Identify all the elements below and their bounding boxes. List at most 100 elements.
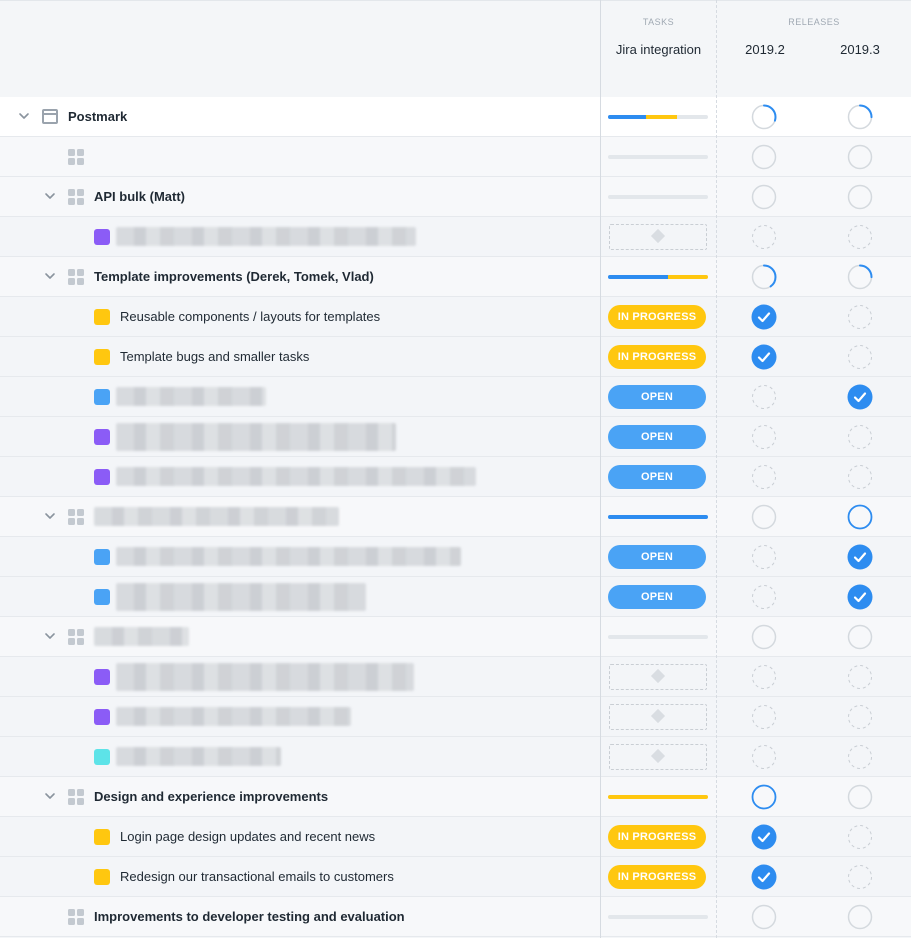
release-status-dashed-icon[interactable]: [847, 424, 873, 450]
release-status-check-icon[interactable]: [847, 544, 873, 570]
task-column-title[interactable]: Jira integration: [601, 42, 716, 57]
chevron-down-icon[interactable]: [18, 110, 30, 122]
release-status-dashed-icon[interactable]: [751, 544, 777, 570]
task-title[interactable]: Template bugs and smaller tasks: [120, 349, 309, 364]
release-status-progress-0.4-icon[interactable]: [751, 264, 777, 290]
issue-type-icon: [94, 429, 110, 445]
release-status-empty-icon[interactable]: [751, 624, 777, 650]
release-status-dashed-icon[interactable]: [751, 664, 777, 690]
roadmap-row[interactable]: OPEN: [0, 377, 911, 417]
release-status-dashed-icon[interactable]: [751, 384, 777, 410]
roadmap-row[interactable]: OPEN: [0, 457, 911, 497]
release-status-dashed-icon[interactable]: [751, 744, 777, 770]
release-status-progress-0.3-icon[interactable]: [751, 104, 777, 130]
release-status-dashed-icon[interactable]: [847, 464, 873, 490]
chevron-down-icon[interactable]: [44, 270, 56, 282]
release-status-ring-icon[interactable]: [751, 784, 777, 810]
release-status-empty-icon[interactable]: [847, 184, 873, 210]
release-status-check-icon[interactable]: [751, 344, 777, 370]
roadmap-row[interactable]: [0, 137, 911, 177]
roadmap-row[interactable]: Template improvements (Derek, Tomek, Vla…: [0, 257, 911, 297]
roadmap-row[interactable]: Login page design updates and recent new…: [0, 817, 911, 857]
status-badge[interactable]: OPEN: [608, 385, 706, 409]
roadmap-row[interactable]: [0, 497, 911, 537]
release-status-empty-icon[interactable]: [847, 144, 873, 170]
release-status-progress-0.25-icon[interactable]: [847, 264, 873, 290]
release-status-dashed-icon[interactable]: [847, 224, 873, 250]
release-column-2019-2[interactable]: 2019.2: [717, 42, 813, 57]
roadmap-row[interactable]: API bulk (Matt): [0, 177, 911, 217]
roadmap-row[interactable]: [0, 617, 911, 657]
status-badge[interactable]: IN PROGRESS: [608, 865, 706, 889]
release-status-dashed-icon[interactable]: [751, 224, 777, 250]
roadmap-row[interactable]: Design and experience improvements: [0, 777, 911, 817]
project-title[interactable]: Postmark: [68, 109, 127, 124]
release-status-dashed-icon[interactable]: [751, 704, 777, 730]
group-title[interactable]: Template improvements (Derek, Tomek, Vla…: [94, 269, 374, 284]
roadmap-row[interactable]: Template bugs and smaller tasks IN PROGRE…: [0, 337, 911, 377]
status-badge[interactable]: IN PROGRESS: [608, 305, 706, 329]
task-title[interactable]: Reusable components / layouts for templa…: [120, 309, 380, 324]
release-status-dashed-icon[interactable]: [847, 704, 873, 730]
roadmap-row[interactable]: Redesign our transactional emails to cus…: [0, 857, 911, 897]
release-status-check-icon[interactable]: [751, 824, 777, 850]
release-status-empty-icon[interactable]: [847, 624, 873, 650]
roadmap-row[interactable]: Postmark: [0, 97, 911, 137]
release-status-dashed-icon[interactable]: [847, 344, 873, 370]
chevron-down-icon[interactable]: [44, 190, 56, 202]
release-status-empty-icon[interactable]: [847, 784, 873, 810]
diamond-icon: [650, 708, 666, 724]
link-task-placeholder[interactable]: [609, 224, 707, 250]
roadmap-row[interactable]: [0, 697, 911, 737]
status-badge[interactable]: OPEN: [608, 585, 706, 609]
group-title[interactable]: Improvements to developer testing and ev…: [94, 909, 405, 924]
release-status-dashed-icon[interactable]: [751, 464, 777, 490]
release-status-check-icon[interactable]: [751, 864, 777, 890]
release-status-dashed-icon[interactable]: [847, 664, 873, 690]
roadmap-row[interactable]: OPEN: [0, 417, 911, 457]
release-status-check-icon[interactable]: [847, 584, 873, 610]
release-status-empty-icon[interactable]: [847, 904, 873, 930]
release-status-progress-0.25-icon[interactable]: [847, 104, 873, 130]
link-task-placeholder[interactable]: [609, 664, 707, 690]
roadmap-row[interactable]: Reusable components / layouts for templa…: [0, 297, 911, 337]
roadmap-row[interactable]: [0, 217, 911, 257]
release-status-dashed-icon[interactable]: [847, 864, 873, 890]
release-status-empty-icon[interactable]: [751, 504, 777, 530]
release-status-empty-icon[interactable]: [751, 184, 777, 210]
tasks-header-label: TASKS: [642, 17, 675, 27]
status-badge[interactable]: IN PROGRESS: [608, 825, 706, 849]
release-status-empty-icon[interactable]: [751, 144, 777, 170]
release-status-check-icon[interactable]: [847, 384, 873, 410]
release-status-dashed-icon[interactable]: [847, 824, 873, 850]
task-title[interactable]: Login page design updates and recent new…: [120, 829, 375, 844]
roadmap-row[interactable]: [0, 737, 911, 777]
roadmap-row[interactable]: Improvements to developer testing and ev…: [0, 897, 911, 937]
status-badge[interactable]: OPEN: [608, 545, 706, 569]
progress-bar: [608, 515, 708, 519]
status-badge[interactable]: OPEN: [608, 425, 706, 449]
link-task-placeholder[interactable]: [609, 704, 707, 730]
status-badge[interactable]: IN PROGRESS: [608, 345, 706, 369]
status-badge[interactable]: OPEN: [608, 465, 706, 489]
roadmap-row[interactable]: [0, 657, 911, 697]
group-title[interactable]: API bulk (Matt): [94, 189, 185, 204]
task-title[interactable]: Redesign our transactional emails to cus…: [120, 869, 394, 884]
roadmap-row[interactable]: OPEN: [0, 537, 911, 577]
release-status-dashed-icon[interactable]: [847, 744, 873, 770]
chevron-down-icon[interactable]: [44, 510, 56, 522]
group-title[interactable]: Design and experience improvements: [94, 789, 328, 804]
roadmap-row[interactable]: OPEN: [0, 577, 911, 617]
release-status-empty-icon[interactable]: [751, 904, 777, 930]
release-status-dashed-icon[interactable]: [847, 304, 873, 330]
release-status-ring-icon[interactable]: [847, 504, 873, 530]
release-status-check-icon[interactable]: [751, 304, 777, 330]
link-task-placeholder[interactable]: [609, 744, 707, 770]
chevron-down-icon[interactable]: [44, 790, 56, 802]
chevron-down-icon[interactable]: [44, 630, 56, 642]
release-status-dashed-icon[interactable]: [751, 424, 777, 450]
group-icon: [68, 189, 84, 205]
release-column-2019-3[interactable]: 2019.3: [813, 42, 907, 57]
release-status-dashed-icon[interactable]: [751, 584, 777, 610]
issue-type-icon: [94, 709, 110, 725]
